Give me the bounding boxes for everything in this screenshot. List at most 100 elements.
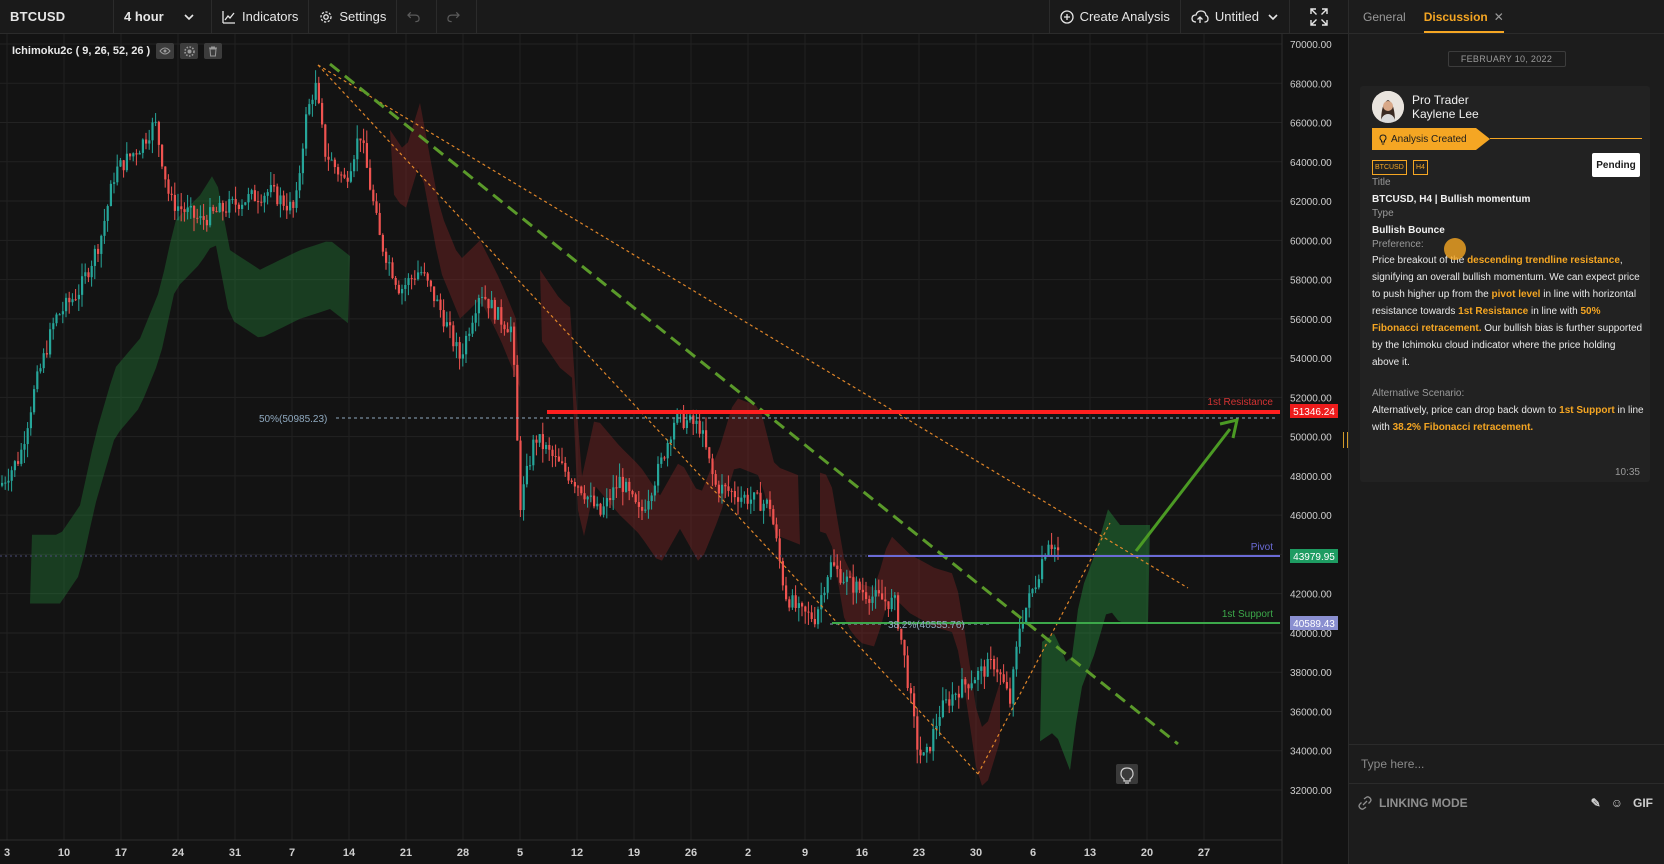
highlight-pivot: pivot level (1491, 289, 1541, 300)
candle-body (301, 148, 304, 174)
layout-dropdown[interactable]: Untitled (1181, 0, 1290, 33)
avatar[interactable] (1372, 91, 1404, 123)
candle-body (349, 171, 352, 182)
candle-body (826, 577, 829, 593)
candle-body (929, 746, 932, 752)
candle-body (836, 565, 839, 570)
candle-body (599, 503, 602, 515)
candle-body (596, 503, 599, 507)
fullscreen-button[interactable] (1290, 0, 1348, 33)
candle-body (884, 599, 887, 602)
candle-body (65, 297, 68, 312)
message-input[interactable] (1349, 745, 1664, 783)
candle-body (426, 273, 429, 281)
candle-body (1031, 589, 1034, 594)
symbol-search[interactable]: BTCUSD (0, 0, 114, 33)
candle-body (276, 186, 279, 205)
candle-body (733, 491, 736, 498)
candle-body (109, 183, 112, 207)
candle-body (90, 265, 93, 278)
pending-status-button[interactable]: Pending (1592, 153, 1640, 177)
redo-button[interactable] (437, 0, 478, 33)
candle-body (279, 195, 282, 205)
candle-body (324, 124, 327, 157)
idea-lightbulb-button[interactable] (1116, 764, 1138, 784)
candle-body (391, 262, 394, 279)
candle-body (589, 495, 592, 497)
attachment-icon[interactable]: ✎ (1591, 796, 1601, 810)
pivot-price-tag-text: 43979.95 (1293, 552, 1335, 563)
candle-body (269, 185, 272, 193)
tab-general[interactable]: General (1363, 10, 1406, 33)
indicator-visibility-button[interactable] (156, 43, 175, 59)
candle-body (337, 167, 340, 175)
resistance-price-tag-text: 51346.24 (1293, 407, 1335, 418)
candle-body (247, 194, 250, 203)
candle-body (461, 354, 464, 359)
candle-body (1025, 607, 1028, 623)
candle-body (442, 310, 445, 327)
candle-body (916, 716, 919, 750)
candle-body (317, 82, 320, 103)
candle-body (932, 728, 935, 752)
tab-discussion[interactable]: Discussion ✕ (1423, 10, 1504, 33)
candle-body (205, 219, 208, 226)
support-label: 1st Support (1222, 609, 1273, 620)
candle-body (164, 166, 167, 180)
time-tick-label: 20 (1141, 847, 1153, 859)
candle-body (61, 311, 64, 315)
candle-body (129, 153, 132, 157)
candle-body (618, 476, 621, 489)
chart-canvas[interactable]: 1st Resistance Pivot 1st Support 50%(509… (0, 34, 1348, 864)
analysis-panel: General Discussion ✕ FEBRUARY 10, 2022 Pr… (1348, 0, 1664, 864)
candle-body (375, 201, 378, 213)
candle-body (13, 461, 16, 471)
indicators-button[interactable]: Indicators (212, 0, 310, 33)
candle-body (135, 153, 138, 155)
redo-icon (447, 11, 461, 22)
alternative-text-part: Alternatively, price can drop back down … (1372, 405, 1560, 416)
candle-body (445, 322, 448, 327)
candle-body (401, 288, 404, 294)
emoji-icon[interactable]: ☺ (1611, 796, 1623, 810)
candle-body (964, 679, 967, 685)
gif-button[interactable]: GIF (1633, 796, 1653, 810)
candle-body (359, 138, 362, 141)
candle-body (433, 286, 436, 302)
candle-body (577, 486, 580, 488)
candle-body (631, 491, 634, 495)
candle-body (151, 122, 154, 141)
create-analysis-button[interactable]: Create Analysis (1050, 0, 1181, 33)
candle-body (122, 160, 125, 171)
candle-body (353, 159, 356, 172)
candle-body (257, 201, 260, 203)
candle-body (545, 444, 548, 450)
candle-body (717, 484, 720, 494)
candle-body (193, 206, 196, 218)
candle-body (221, 202, 224, 212)
candle-body (474, 313, 477, 323)
undo-button[interactable] (397, 0, 438, 33)
close-icon[interactable]: ✕ (1494, 10, 1504, 24)
indicator-delete-button[interactable] (204, 43, 223, 59)
candle-body (919, 749, 922, 756)
price-tick-label: 34000.00 (1290, 747, 1332, 758)
candle-body (999, 672, 1002, 675)
candle-body (189, 206, 192, 208)
candle-body (871, 596, 874, 603)
candle-body (378, 212, 381, 235)
candle-body (788, 599, 791, 608)
time-tick-label: 10 (58, 847, 70, 859)
settings-button[interactable]: Settings (309, 0, 398, 33)
candle-body (794, 595, 797, 608)
candle-body (906, 655, 909, 689)
candle-body (244, 202, 247, 205)
candle-body (436, 299, 439, 302)
linking-mode-toggle[interactable]: LINKING MODE (1357, 796, 1468, 810)
candle-body (685, 420, 688, 428)
candle-body (663, 457, 666, 459)
link-icon (1358, 796, 1372, 810)
indicator-settings-button[interactable] (180, 43, 199, 59)
price-chart[interactable]: 1st Resistance Pivot 1st Support 50%(509… (0, 34, 1348, 864)
interval-dropdown[interactable]: 4 hour (114, 0, 212, 33)
